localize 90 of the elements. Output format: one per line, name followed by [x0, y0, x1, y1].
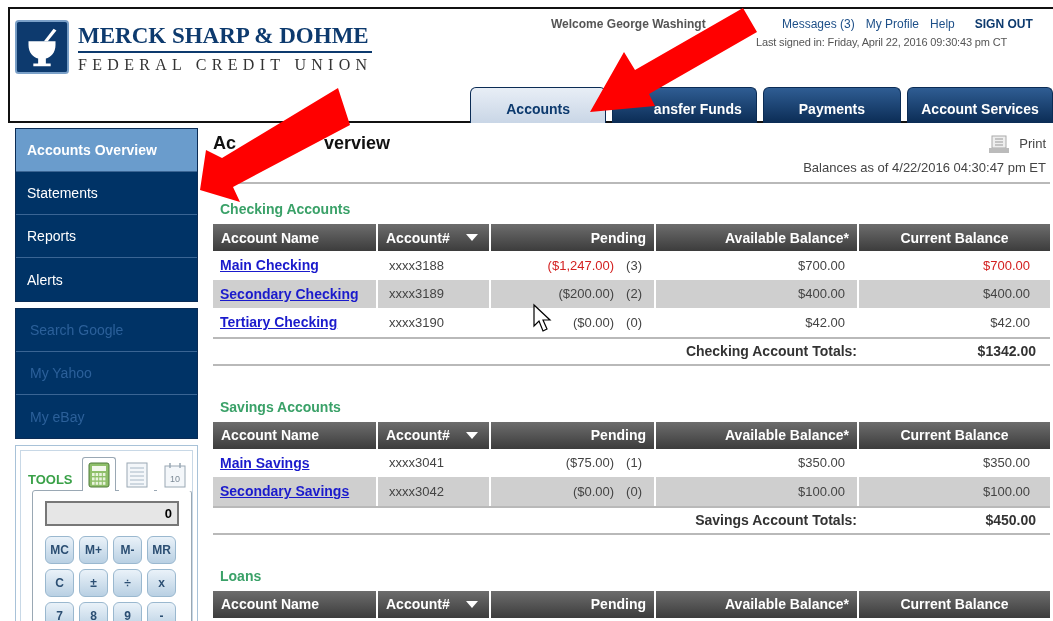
column-header[interactable]: Current Balance [859, 224, 1050, 251]
calculator-key[interactable]: ÷ [113, 569, 142, 597]
sidebar-item[interactable]: Statements [16, 172, 197, 215]
sign-out-link[interactable]: SIGN OUT [974, 17, 1033, 31]
notepad-icon [125, 461, 148, 488]
welcome-text: Welcome George Washingt [551, 17, 707, 31]
available-balance: $350.00 [798, 455, 845, 471]
available-balance: $700.00 [798, 257, 845, 273]
calculator-key[interactable]: 8 [79, 602, 108, 621]
credit-union-name: MERCK SHARP & DOHME [78, 22, 373, 53]
pending-count: (1) [626, 455, 642, 471]
sort-caret-icon [465, 600, 478, 608]
nav-tab[interactable]: Payments [762, 87, 901, 123]
column-header[interactable]: Account# [378, 224, 489, 251]
pending-amount: ($75.00) [565, 455, 615, 471]
account-link[interactable]: Tertiary Checking [220, 314, 338, 331]
tool-tab[interactable] [81, 457, 117, 491]
header-link[interactable]: My Profile [865, 17, 920, 31]
account-number: xxxx3190 [389, 314, 444, 330]
pending-amount: ($0.00) [572, 314, 615, 330]
column-header[interactable]: Current Balance [859, 590, 1050, 618]
column-header[interactable]: Account Name [213, 590, 376, 618]
sidebar-item[interactable]: Alerts [16, 258, 197, 301]
column-header[interactable]: Pending [491, 224, 654, 251]
nav-tab[interactable]: Accounts [470, 87, 607, 123]
tools-title: TOOLS [28, 472, 73, 489]
calculator-key[interactable]: M- [113, 536, 142, 564]
section-title: Loans [220, 567, 263, 584]
column-header[interactable]: Pending [491, 421, 654, 449]
column-header[interactable]: Account# [378, 590, 489, 618]
column-header[interactable]: Pending [491, 590, 654, 618]
calculator-key[interactable]: 7 [45, 602, 74, 621]
column-header[interactable]: Available Balance* [656, 224, 857, 251]
calculator-key[interactable]: M+ [79, 536, 108, 564]
current-balance: $400.00 [983, 286, 1030, 302]
section-title: Checking Accounts [220, 201, 352, 217]
column-header[interactable]: Available Balance* [656, 421, 857, 449]
calculator-icon [87, 461, 110, 488]
pending-amount: ($0.00) [572, 483, 615, 499]
account-number: xxxx3042 [389, 483, 444, 499]
pending-count: (0) [626, 483, 642, 499]
balances-as-of-text: Balances as of 4/22/2016 04:30:47 pm ET [803, 160, 1046, 177]
available-balance: $400.00 [798, 286, 845, 302]
available-balance: $42.00 [805, 314, 845, 330]
pending-amount: ($200.00) [558, 286, 615, 302]
mortar-pestle-logo-icon [15, 20, 69, 74]
available-balance: $100.00 [798, 483, 845, 499]
page-title: verview [324, 133, 391, 154]
account-number: xxxx3041 [389, 455, 444, 471]
column-header[interactable]: Account Name [213, 421, 376, 449]
page-title: Ac [213, 133, 236, 154]
print-link[interactable]: Print [989, 134, 1046, 153]
column-header[interactable]: Account# [378, 421, 489, 449]
calculator-key[interactable]: MC [45, 536, 74, 564]
calculator-key[interactable]: ± [79, 569, 108, 597]
calculator-display: 0 [45, 501, 179, 526]
header-link[interactable]: Messages (3) [782, 17, 855, 31]
pending-count: (3) [626, 257, 642, 273]
sort-caret-icon [465, 234, 478, 241]
printer-icon [989, 134, 1010, 153]
current-balance: $42.00 [990, 314, 1030, 330]
current-balance: $100.00 [983, 483, 1030, 499]
sidebar-item[interactable]: Reports [16, 215, 197, 258]
calculator-key[interactable]: x [147, 569, 176, 597]
totals-value: $1342.00 [976, 343, 1037, 359]
pending-amount: ($1,247.00) [547, 257, 615, 273]
pending-count: (2) [626, 286, 642, 302]
account-link[interactable]: Main Checking [220, 257, 319, 274]
column-header[interactable]: Current Balance [859, 421, 1050, 449]
last-signed-in-text: Last signed in: Friday, April 22, 2016 09:30:43 pm CT [756, 36, 1009, 48]
current-balance: $350.00 [983, 455, 1030, 471]
calculator-key[interactable]: MR [147, 536, 176, 564]
totals-value: $450.00 [984, 512, 1037, 528]
column-header[interactable]: Account Name [213, 224, 376, 251]
calculator-key[interactable]: 9 [113, 602, 142, 621]
calculator-key[interactable]: - [147, 602, 176, 621]
totals-label: Checking Account Totals: [684, 343, 857, 359]
pending-count: (0) [626, 314, 642, 330]
nav-tab[interactable]: Account Services [907, 87, 1053, 123]
credit-union-subtitle: FEDERAL CREDIT UNION [78, 56, 373, 74]
account-link[interactable]: Main Savings [220, 454, 310, 471]
header-link[interactable]: Help [930, 17, 955, 31]
account-number: xxxx3188 [389, 257, 444, 273]
column-header[interactable]: Available Balance* [656, 590, 857, 618]
sort-caret-icon [465, 431, 478, 439]
current-balance: $700.00 [983, 257, 1030, 273]
section-title: Savings Accounts [220, 398, 342, 415]
calculator-key[interactable]: C [45, 569, 74, 597]
totals-label: Savings Account Totals: [694, 512, 857, 528]
account-number: xxxx3189 [389, 286, 444, 302]
